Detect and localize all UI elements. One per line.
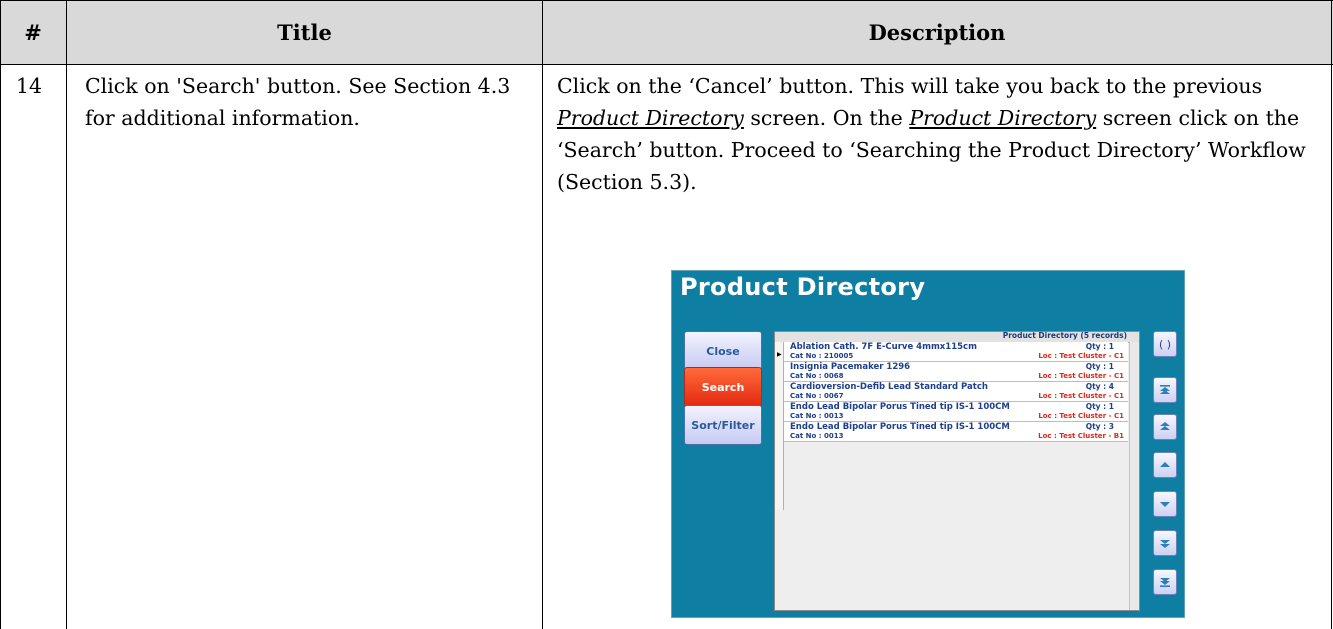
row-title: Click on 'Search' button. See Section 4.…	[85, 74, 511, 130]
item-cat: Cat No : 0068	[790, 372, 844, 380]
last-page-icon[interactable]	[1153, 569, 1177, 595]
list-item[interactable]: Endo Lead Bipolar Porus Tined tip IS-1 1…	[784, 422, 1128, 442]
expand-icon[interactable]: ( )	[1153, 331, 1177, 357]
item-loc: Loc : Test Cluster - C1	[1038, 372, 1124, 380]
down-icon[interactable]	[1153, 491, 1177, 517]
sort-filter-button[interactable]: Sort/Filter	[684, 405, 762, 445]
list-item[interactable]: Ablation Cath. 7F E-Curve 4mmx115cm Qty …	[784, 342, 1128, 362]
page-up-icon[interactable]	[1153, 414, 1177, 440]
desc-link-product-directory-2: Product Directory	[909, 106, 1097, 130]
item-qty: Qty : 3	[1085, 422, 1114, 431]
item-cat: Cat No : 210005	[790, 352, 854, 360]
header-number: #	[24, 19, 42, 45]
desc-text-1: Click on the ‘Cancel’ button. This will …	[557, 74, 1263, 98]
desc-link-product-directory-1: Product Directory	[557, 106, 744, 130]
product-directory-screenshot: Product Directory Close Search Sort/Filt…	[671, 270, 1185, 618]
grid-scrollbar[interactable]	[1129, 342, 1139, 610]
item-loc: Loc : Test Cluster - C1	[1038, 392, 1124, 400]
list-item[interactable]: Cardioversion-Defib Lead Standard Patch …	[784, 382, 1128, 402]
item-qty: Qty : 1	[1085, 402, 1114, 411]
item-cat: Cat No : 0067	[790, 392, 844, 400]
item-cat: Cat No : 0013	[790, 412, 844, 420]
grid-caption: Product Directory (5 records)	[1002, 331, 1127, 340]
header-description: Description	[868, 19, 1006, 45]
desc-text-2: screen. On the	[743, 106, 910, 130]
header-title: Title	[277, 19, 332, 45]
page-down-icon[interactable]	[1153, 530, 1177, 556]
item-qty: Qty : 1	[1085, 342, 1114, 351]
row-selector-column: ▶	[775, 342, 784, 510]
first-page-icon[interactable]	[1153, 377, 1177, 403]
list-item[interactable]: Endo Lead Bipolar Porus Tined tip IS-1 1…	[784, 402, 1128, 422]
item-name: Ablation Cath. 7F E-Curve 4mmx115cm	[790, 342, 977, 352]
item-loc: Loc : Test Cluster - C1	[1038, 412, 1124, 420]
close-button[interactable]: Close	[684, 331, 762, 371]
item-loc: Loc : Test Cluster - B1	[1038, 432, 1124, 440]
selected-row-arrow-icon: ▶	[777, 351, 782, 358]
row-description: Click on the ‘Cancel’ button. This will …	[557, 70, 1317, 198]
item-loc: Loc : Test Cluster - C1	[1038, 352, 1124, 360]
item-name: Endo Lead Bipolar Porus Tined tip IS-1 1…	[790, 402, 1010, 412]
list-item[interactable]: Insignia Pacemaker 1296 Qty : 1 Cat No :…	[784, 362, 1128, 382]
item-name: Endo Lead Bipolar Porus Tined tip IS-1 1…	[790, 422, 1010, 432]
item-qty: Qty : 1	[1085, 362, 1114, 371]
product-grid: Product Directory (5 records) ▶ Ablation…	[774, 331, 1140, 611]
item-name: Insignia Pacemaker 1296	[790, 362, 911, 372]
item-qty: Qty : 4	[1085, 382, 1114, 391]
item-name: Cardioversion-Defib Lead Standard Patch	[790, 382, 988, 392]
app-title: Product Directory	[680, 273, 926, 301]
row-number: 14	[16, 74, 43, 98]
item-cat: Cat No : 0013	[790, 432, 844, 440]
product-rows: Ablation Cath. 7F E-Curve 4mmx115cm Qty …	[784, 342, 1128, 442]
search-button[interactable]: Search	[684, 367, 762, 407]
up-icon[interactable]	[1153, 452, 1177, 478]
